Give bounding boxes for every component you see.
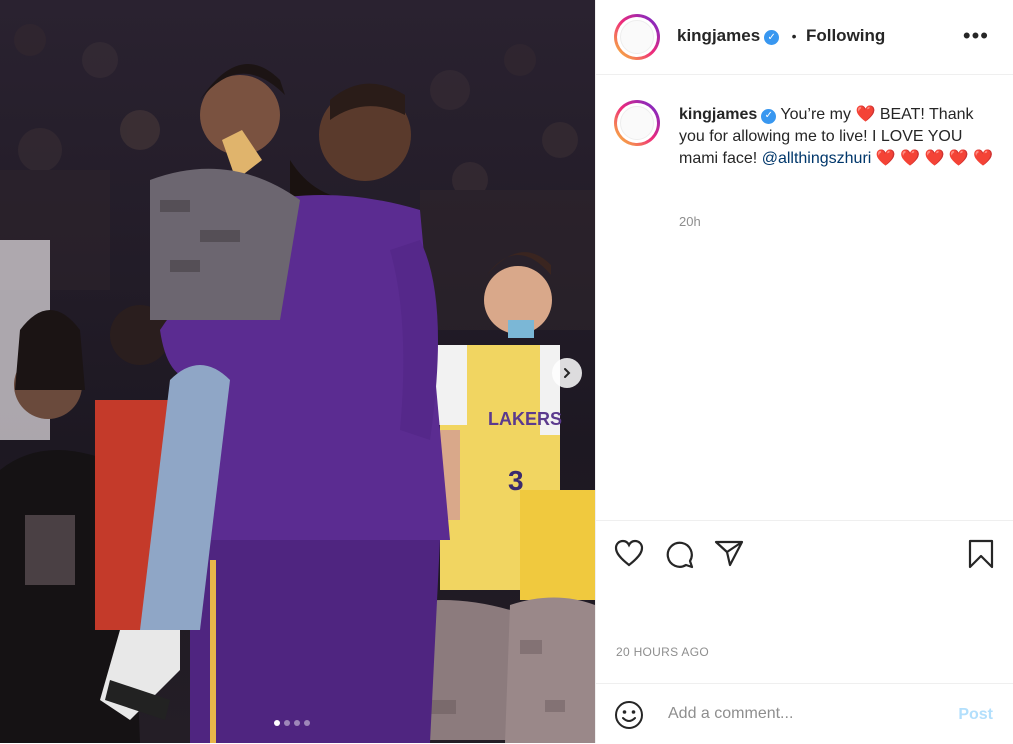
svg-text:LAKERS: LAKERS bbox=[488, 409, 562, 429]
paper-plane-icon[interactable] bbox=[714, 539, 744, 567]
post-photo[interactable]: LAKERS 3 bbox=[0, 0, 595, 743]
heart-emoji-icon: ❤️ bbox=[948, 150, 969, 167]
following-button[interactable]: Following bbox=[806, 26, 885, 45]
heart-emoji-icon: ❤️ bbox=[875, 150, 896, 167]
action-bar bbox=[596, 520, 1013, 581]
avatar[interactable] bbox=[614, 14, 660, 60]
carousel-dot bbox=[304, 720, 310, 726]
caption-text-start: You’re my bbox=[780, 106, 851, 123]
photo-illustration: LAKERS 3 bbox=[0, 0, 595, 743]
mention-link[interactable]: @allthingszhuri bbox=[762, 150, 872, 167]
avatar-image bbox=[620, 20, 654, 54]
carousel-dot bbox=[284, 720, 290, 726]
post-header: kingjames ✓ • Following ••• bbox=[596, 0, 1013, 75]
bookmark-icon[interactable] bbox=[967, 539, 995, 569]
caption-time[interactable]: 20h bbox=[679, 214, 701, 229]
heart-icon[interactable] bbox=[614, 539, 644, 567]
next-slide-button[interactable] bbox=[552, 358, 582, 388]
carousel-dot bbox=[274, 720, 280, 726]
post-date: 20 HOURS AGO bbox=[616, 645, 709, 659]
header-user-line: kingjames ✓ • Following bbox=[677, 26, 885, 46]
chevron-right-icon bbox=[564, 368, 571, 378]
heart-emoji-icon: ❤️ bbox=[924, 150, 945, 167]
post-caption: kingjames ✓ You’re my ❤️ BEAT! Thank you … bbox=[679, 104, 999, 170]
heart-emoji-icon: ❤️ bbox=[900, 150, 921, 167]
header-separator: • bbox=[791, 28, 797, 44]
caption-avatar[interactable] bbox=[614, 100, 660, 146]
heart-emoji-icon: ❤️ bbox=[855, 106, 876, 123]
caption-username[interactable]: kingjames bbox=[679, 106, 757, 123]
post-side-panel: kingjames ✓ • Following ••• kingjames ✓ Yo… bbox=[595, 0, 1013, 743]
comment-icon[interactable] bbox=[664, 539, 694, 569]
carousel-indicator bbox=[274, 720, 310, 726]
heart-emoji-icon: ❤️ bbox=[973, 150, 994, 167]
header-username[interactable]: kingjames bbox=[677, 26, 760, 45]
comment-input[interactable] bbox=[666, 704, 940, 724]
instagram-post: LAKERS 3 kingjames ✓ • Following ••• kin… bbox=[0, 0, 1013, 743]
comment-bar: Post bbox=[596, 683, 1013, 744]
post-comment-button[interactable]: Post bbox=[958, 706, 993, 724]
verified-badge-icon: ✓ bbox=[764, 30, 780, 45]
verified-badge-icon: ✓ bbox=[761, 108, 777, 124]
more-options-icon[interactable]: ••• bbox=[963, 23, 989, 49]
carousel-dot bbox=[294, 720, 300, 726]
smiley-icon[interactable] bbox=[614, 700, 644, 730]
avatar-image bbox=[620, 106, 654, 140]
